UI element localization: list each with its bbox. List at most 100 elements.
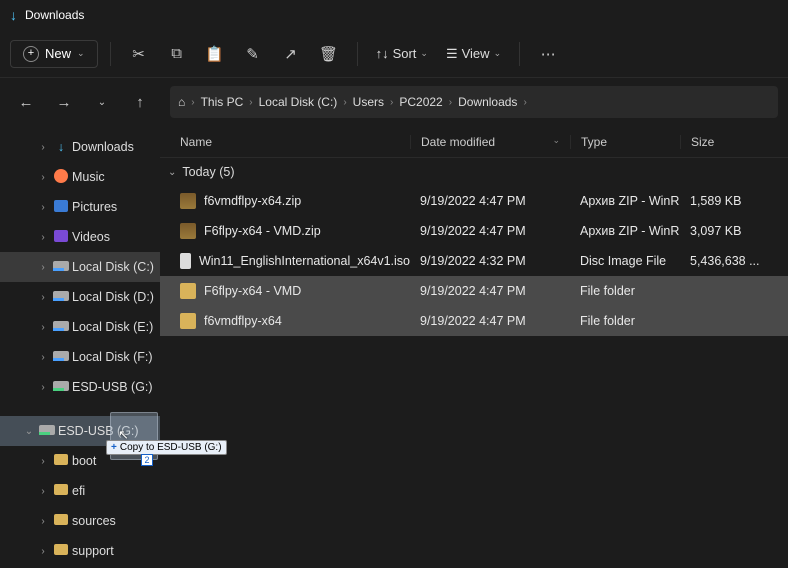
file-type: Disc Image File	[570, 254, 680, 268]
sidebar-item-label: Local Disk (C:)	[72, 260, 154, 274]
share-button[interactable]: ↗	[275, 38, 307, 70]
sidebar-item-label: Pictures	[72, 200, 117, 214]
fold-icon	[180, 283, 196, 299]
fold-icon	[180, 313, 196, 329]
breadcrumb-segment[interactable]: Downloads	[458, 95, 517, 109]
file-row[interactable]: F6flpy-x64 - VMD.zip9/19/2022 4:47 PMАрх…	[160, 216, 788, 246]
sort-arrow-icon: ⌄	[552, 135, 560, 146]
chevron-down-icon: ⌄	[494, 48, 502, 59]
chevron-down-icon: ⌄	[420, 48, 428, 59]
new-label: New	[45, 46, 71, 61]
sidebar-item[interactable]: ›Pictures	[0, 192, 160, 222]
chevron-down-icon: ⌄	[77, 48, 85, 59]
chevron-icon: ›	[36, 486, 50, 497]
sidebar-item-label: Downloads	[72, 140, 134, 154]
sidebar-item-label: boot	[72, 454, 96, 468]
breadcrumb-segment[interactable]: This PC	[201, 95, 244, 109]
titlebar: ↓ Downloads	[0, 0, 788, 30]
sort-label: Sort	[393, 46, 417, 61]
breadcrumb-segment[interactable]: Local Disk (C:)	[259, 95, 338, 109]
copy-button[interactable]: ⧉	[161, 38, 193, 70]
sidebar-item[interactable]: › Local Disk (F:)	[0, 342, 160, 372]
breadcrumb[interactable]: ⌂ › This PC › Local Disk (C:) › Users › …	[170, 86, 778, 118]
file-row[interactable]: Win11_EnglishInternational_x64v1.iso9/19…	[160, 246, 788, 276]
separator	[519, 42, 520, 66]
view-label: View	[462, 46, 490, 61]
column-headers: Name Date modified ⌄ Type Size	[160, 126, 788, 158]
column-date[interactable]: Date modified ⌄	[410, 135, 570, 149]
up-button[interactable]: ↑	[124, 86, 156, 118]
rename-button[interactable]: ✎	[237, 38, 269, 70]
group-header[interactable]: ⌄ Today (5)	[160, 158, 788, 186]
sidebar-item[interactable]: › sources	[0, 506, 160, 536]
delete-button[interactable]: 🗑	[313, 38, 345, 70]
sidebar-item[interactable]: › Local Disk (D:)	[0, 282, 160, 312]
column-size[interactable]: Size	[680, 135, 788, 149]
breadcrumb-segment[interactable]: Users	[353, 95, 384, 109]
disk-icon	[52, 290, 70, 304]
file-date: 9/19/2022 4:47 PM	[410, 224, 570, 238]
sidebar-item[interactable]: › efi	[0, 476, 160, 506]
sidebar-item[interactable]: ⌄ESD-USB (G:)	[0, 416, 160, 446]
sidebar-item-label: ESD-USB (G:)	[58, 424, 139, 438]
file-date: 9/19/2022 4:32 PM	[410, 254, 570, 268]
file-size: 5,436,638 ...	[680, 254, 788, 268]
file-row[interactable]: f6vmdflpy-x649/19/2022 4:47 PMFile folde…	[160, 306, 788, 336]
separator	[110, 42, 111, 66]
chevron-right-icon: ›	[449, 97, 452, 108]
file-row[interactable]: f6vmdflpy-x64.zip9/19/2022 4:47 PMАрхив …	[160, 186, 788, 216]
sidebar-item[interactable]: ›Local Disk (E:)	[0, 312, 160, 342]
home-icon[interactable]: ⌂	[178, 95, 185, 109]
sort-button[interactable]: ↑↓ Sort ⌄	[370, 46, 434, 61]
zip-icon	[180, 223, 196, 239]
sidebar-item[interactable]: ›Videos	[0, 222, 160, 252]
music-icon	[52, 169, 70, 186]
file-date: 9/19/2022 4:47 PM	[410, 314, 570, 328]
back-button[interactable]: ←	[10, 86, 42, 118]
sidebar-item-label: Local Disk (E:)	[72, 320, 153, 334]
file-name: f6vmdflpy-x64	[204, 314, 282, 328]
file-list: f6vmdflpy-x64.zip9/19/2022 4:47 PMАрхив …	[160, 186, 788, 336]
sidebar-item-label: sources	[72, 514, 116, 528]
sidebar-item[interactable]: ›ESD-USB (G:)	[0, 372, 160, 402]
zip-icon	[180, 193, 196, 209]
sidebar-item-label: efi	[72, 484, 85, 498]
sidebar-item[interactable]: ›support	[0, 536, 160, 566]
view-button[interactable]: ☰ View ⌄	[440, 46, 507, 62]
column-name[interactable]: Name	[160, 135, 410, 149]
folder-icon	[52, 544, 70, 558]
breadcrumb-segment[interactable]: PC2022	[399, 95, 442, 109]
chevron-icon: ›	[36, 142, 50, 153]
forward-button[interactable]: →	[48, 86, 80, 118]
download-icon: ↓	[10, 7, 17, 23]
file-name: Win11_EnglishInternational_x64v1.iso	[199, 254, 410, 268]
folder-icon	[52, 514, 70, 528]
sidebar-item-label: Local Disk (F:)	[72, 350, 153, 364]
more-button[interactable]: ⋯	[532, 38, 564, 70]
chevron-right-icon: ›	[523, 97, 526, 108]
chevron-down-icon[interactable]: ⌄	[86, 86, 118, 118]
videos-icon	[52, 230, 70, 245]
sidebar-item-label: support	[72, 544, 114, 558]
chevron-icon: ›	[36, 352, 50, 363]
new-button[interactable]: + New ⌄	[10, 40, 98, 68]
paste-button[interactable]: 📋	[199, 38, 231, 70]
sidebar-item[interactable]: › boot	[0, 446, 160, 476]
chevron-icon: ›	[36, 292, 50, 303]
navbar: ← → ⌄ ↑ ⌂ › This PC › Local Disk (C:) › …	[0, 78, 788, 126]
cut-button[interactable]: ✂	[123, 38, 155, 70]
file-row[interactable]: F6flpy-x64 - VMD9/19/2022 4:47 PMFile fo…	[160, 276, 788, 306]
separator	[357, 42, 358, 66]
chevron-icon: ›	[36, 456, 50, 467]
sidebar-item-label: Local Disk (D:)	[72, 290, 154, 304]
sidebar-item[interactable]: ›Music	[0, 162, 160, 192]
chevron-right-icon: ›	[343, 97, 346, 108]
sidebar-item[interactable]: ›Local Disk (C:)	[0, 252, 160, 282]
column-type[interactable]: Type	[570, 135, 680, 149]
pictures-icon	[52, 200, 70, 215]
file-name: F6flpy-x64 - VMD	[204, 284, 301, 298]
view-icon: ☰	[446, 46, 458, 62]
sidebar-item[interactable]: ›↓Downloads	[0, 132, 160, 162]
file-size: 3,097 KB	[680, 224, 788, 238]
chevron-icon: ›	[36, 516, 50, 527]
